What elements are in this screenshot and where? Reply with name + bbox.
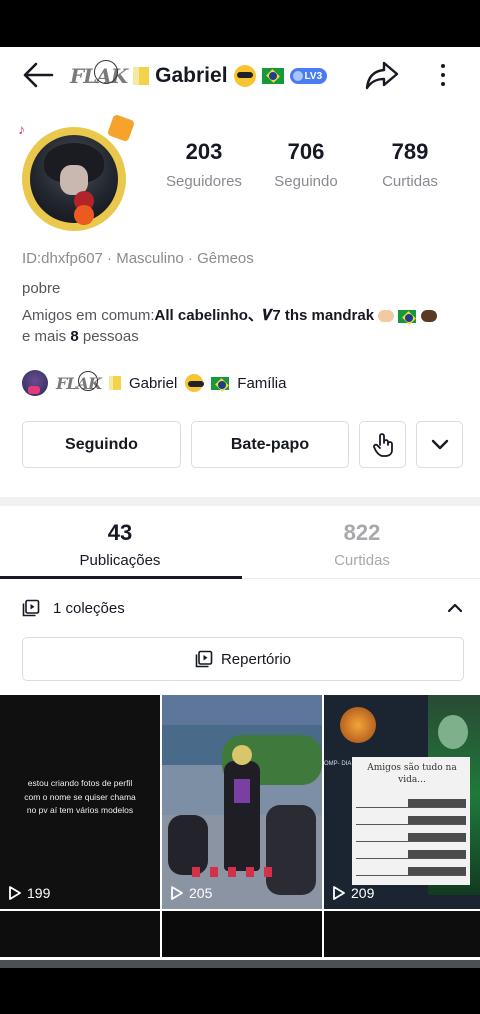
avatar[interactable]: ♪: [18, 113, 136, 231]
profile-meta[interactable]: ID:dhxfp607 · Masculino · Gêmeos: [22, 250, 254, 267]
family-owner-name: Gabriel: [128, 374, 178, 392]
profile-screen: FLAK Gabriel LV3 ♪ 203 Seguidores 706 Se…: [0, 47, 480, 970]
family-avatar: [22, 370, 48, 396]
tab-posts[interactable]: 43 Publicações: [0, 506, 240, 578]
flag-icon: [133, 67, 150, 85]
back-button[interactable]: [20, 59, 56, 91]
post-thumbnail[interactable]: OMP- DIA D Amigos são tudo na vida... 20…: [324, 695, 480, 909]
chevron-up-icon[interactable]: [446, 601, 464, 615]
share-arrow-icon: [365, 61, 399, 90]
system-nav-area: [0, 968, 480, 1014]
family-row[interactable]: FLAK Gabriel Família: [22, 369, 286, 397]
profile-name: Gabriel: [155, 64, 228, 87]
top-bar: FLAK Gabriel LV3: [0, 47, 480, 103]
section-divider: [0, 497, 480, 506]
level-badge: LV3: [289, 68, 328, 84]
posts-label: Publicações: [79, 552, 161, 569]
dot-icon: [441, 82, 445, 86]
post-thumbnail[interactable]: [162, 911, 322, 957]
sunglasses-emoji-icon: [233, 65, 256, 87]
collection-icon: [195, 650, 213, 668]
flower-decoration: [74, 205, 94, 225]
share-button[interactable]: [364, 59, 400, 91]
following-button[interactable]: Seguindo: [22, 421, 181, 468]
hand-tap-icon: [372, 432, 393, 457]
flak-logo: FLAK: [70, 60, 128, 88]
more-options-button[interactable]: [428, 59, 458, 91]
dot-icon: [441, 64, 445, 68]
likes-stat[interactable]: 789 Curtidas: [360, 139, 460, 190]
posts-grid: estou criando fotos de perfil com o nome…: [0, 695, 480, 970]
play-icon: [9, 886, 21, 900]
family-label: Família: [237, 374, 287, 392]
play-icon: [333, 886, 345, 900]
hand-emoji-icon: [378, 310, 395, 323]
profile-stats: 203 Seguidores 706 Seguindo 789 Curtidas: [154, 139, 464, 199]
view-count: 205: [170, 885, 212, 901]
hand-emoji-icon: [420, 310, 437, 323]
view-count: 209: [332, 885, 374, 901]
mutual-friends-more[interactable]: e mais 8 pessoas: [22, 328, 139, 345]
brazil-flag-icon: [261, 68, 284, 84]
likes-label: Curtidas: [382, 173, 438, 190]
post-thumbnail[interactable]: [324, 911, 480, 957]
repertoire-collection-button[interactable]: Repertório: [22, 637, 464, 681]
post-thumbnail[interactable]: 205: [162, 695, 322, 909]
following-count: 706: [287, 139, 325, 164]
flag-icon: [108, 376, 121, 390]
poke-button[interactable]: [359, 421, 406, 468]
profile-title: FLAK Gabriel LV3: [70, 60, 328, 91]
collections-count: 1 coleções: [53, 600, 125, 617]
liked-label: Curtidas: [334, 552, 390, 569]
followers-label: Seguidores: [166, 173, 242, 190]
following-label: Seguindo: [274, 173, 338, 190]
post-panel-title: Amigos são tudo na vida...: [367, 763, 457, 785]
post-thumbnail[interactable]: [0, 911, 160, 957]
chevron-down-icon: [431, 439, 448, 449]
following-stat[interactable]: 706 Seguindo: [256, 139, 356, 190]
posts-count: 43: [107, 520, 133, 545]
brazil-flag-icon: [211, 376, 230, 390]
sunglasses-emoji-icon: [185, 374, 205, 392]
mutual-friends[interactable]: Amigos em comum:All cabelinho、𝑽7 ths man…: [22, 304, 437, 325]
followers-count: 203: [185, 139, 223, 164]
play-icon: [171, 886, 183, 900]
brazil-flag-icon: [398, 309, 417, 323]
music-note-icon: ♪: [18, 121, 25, 137]
active-tab-indicator: [0, 576, 242, 579]
suggestions-dropdown-button[interactable]: [416, 421, 463, 468]
frame-decoration: [106, 113, 136, 143]
dot-icon: [441, 73, 445, 77]
followers-stat[interactable]: 203 Seguidores: [154, 139, 254, 190]
collection-icon: [22, 599, 40, 617]
tab-likes[interactable]: 822 Curtidas: [242, 506, 480, 578]
arrow-left-icon: [23, 62, 54, 88]
profile-bio: pobre: [22, 280, 61, 297]
action-buttons: Seguindo Bate-papo: [22, 421, 464, 469]
repertoire-label: Repertório: [220, 650, 292, 668]
flak-logo: FLAK: [56, 370, 102, 393]
liked-count: 822: [343, 520, 381, 545]
collections-header[interactable]: 1 coleções: [0, 589, 480, 629]
chat-button[interactable]: Bate-papo: [191, 421, 349, 468]
post-thumbnail[interactable]: estou criando fotos de perfil com o nome…: [0, 695, 160, 909]
likes-count: 789: [391, 139, 429, 164]
content-tabs: 43 Publicações 822 Curtidas: [0, 506, 480, 579]
view-count: 199: [8, 885, 50, 901]
post-caption-overlay: estou criando fotos de perfil com o nome…: [24, 778, 136, 816]
